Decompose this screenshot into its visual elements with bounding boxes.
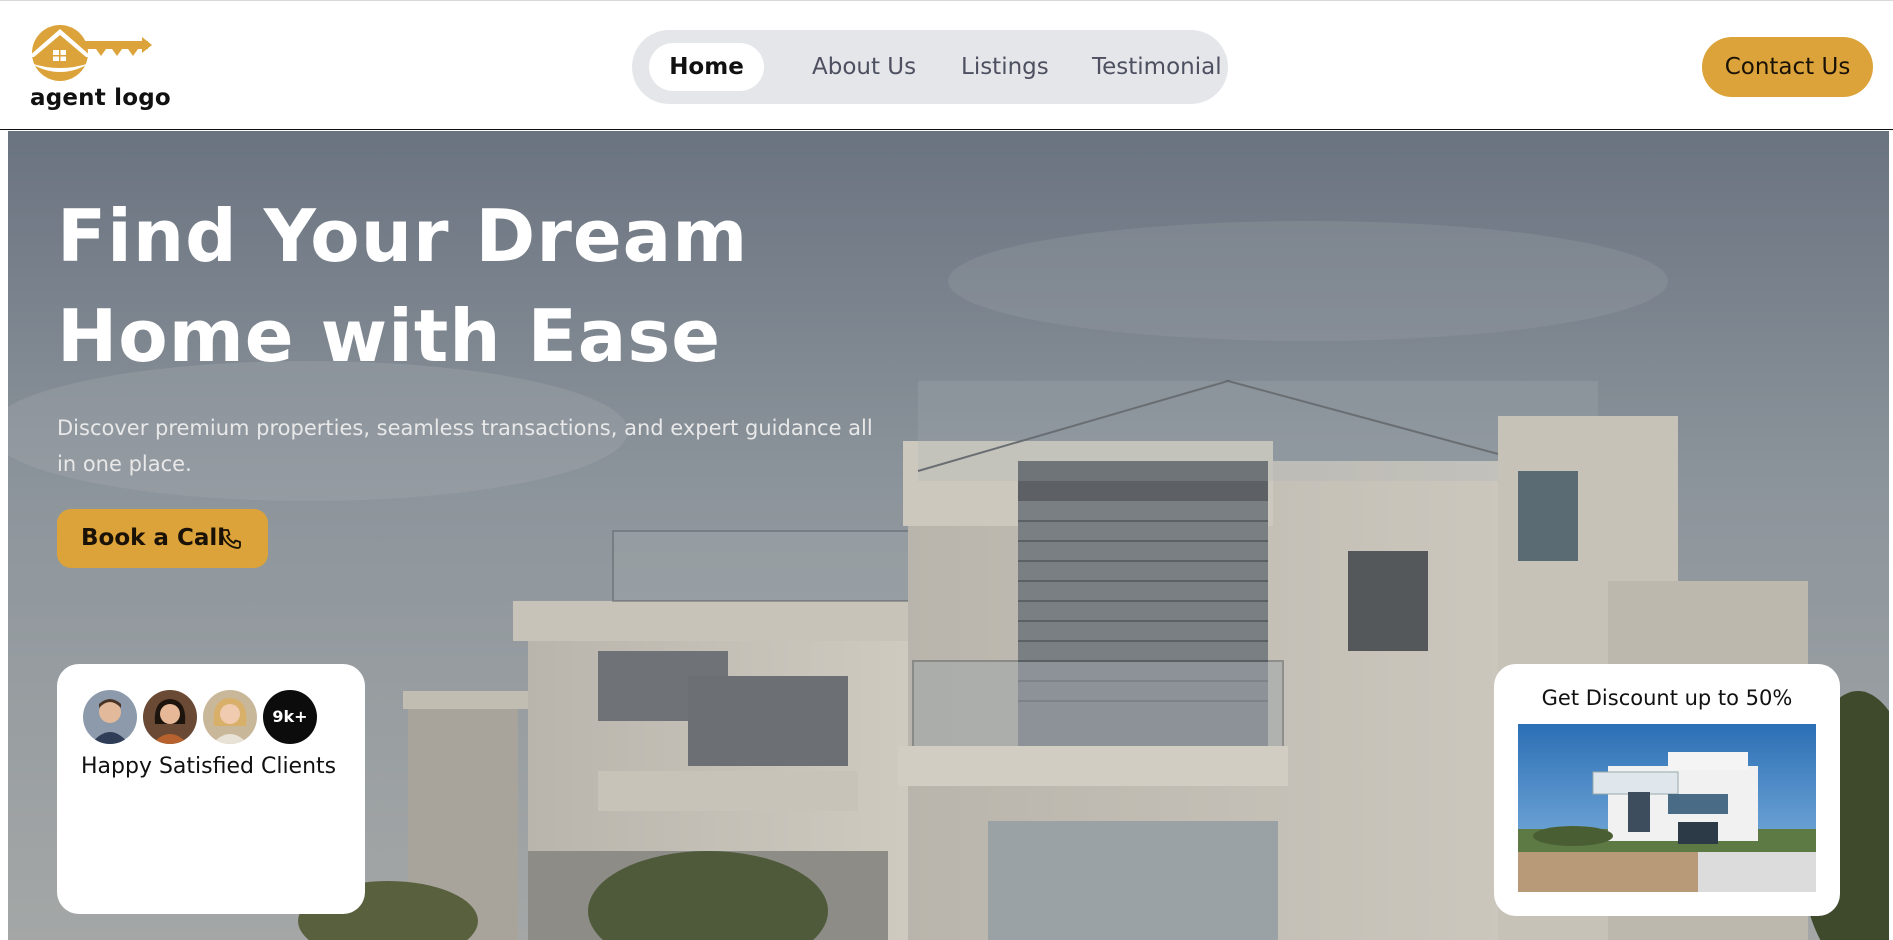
- agent-logo[interactable]: agent logo: [24, 23, 171, 118]
- clients-label: Happy Satisfied Clients: [81, 754, 337, 779]
- site-header: agent logo Home About Us Listings Testim…: [0, 0, 1893, 130]
- nav-listings[interactable]: Listings: [961, 43, 1049, 91]
- nav-home[interactable]: Home: [649, 43, 764, 91]
- client-avatar: [203, 690, 257, 744]
- discount-title: Get Discount up to 50%: [1541, 686, 1793, 710]
- contact-us-button[interactable]: Contact Us: [1702, 37, 1873, 97]
- hero-title: Find Your Dream Home with Ease: [57, 194, 749, 378]
- client-avatar: [83, 690, 137, 744]
- logo-text: agent logo: [30, 85, 171, 111]
- hero-subtitle: Discover premium properties, seamless tr…: [57, 416, 873, 476]
- book-a-call-button[interactable]: Book a Call: [57, 509, 268, 568]
- client-avatar: [143, 690, 197, 744]
- nav-about-us[interactable]: About Us: [812, 43, 916, 91]
- phone-icon: [219, 527, 243, 551]
- main-nav: Home About Us Listings Testimonial: [632, 30, 1228, 104]
- house-key-logo-icon: [28, 25, 152, 81]
- happy-clients-card: 9k+ Happy Satisfied Clients: [57, 664, 365, 914]
- book-a-call-label: Book a Call: [81, 525, 226, 551]
- discount-card[interactable]: Get Discount up to 50%: [1494, 664, 1840, 916]
- discount-property-image: [1518, 724, 1816, 892]
- nav-testimonial[interactable]: Testimonial: [1092, 43, 1222, 91]
- clients-count-badge: 9k+: [263, 690, 317, 744]
- hero-section: Find Your Dream Home with Ease Discover …: [8, 131, 1889, 940]
